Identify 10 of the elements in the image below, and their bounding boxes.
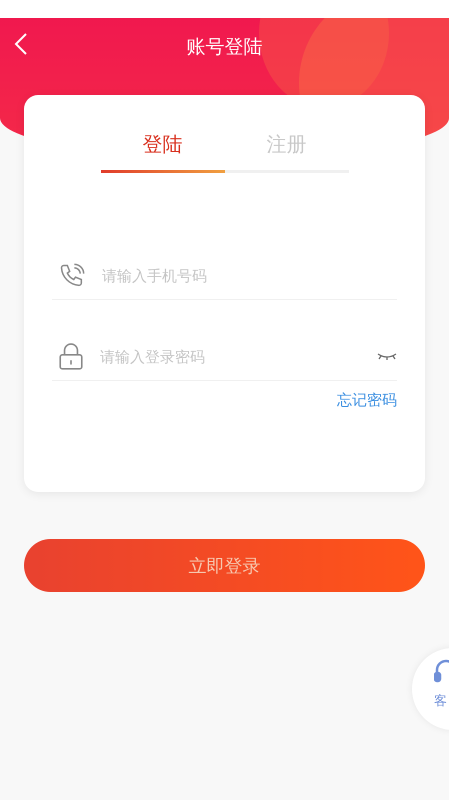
lock-icon bbox=[58, 343, 84, 371]
forgot-password-link[interactable]: 忘记密码 bbox=[52, 391, 397, 410]
closed-eye-icon[interactable] bbox=[377, 352, 397, 362]
phone-field[interactable]: 请输入手机号码 bbox=[100, 266, 397, 286]
page-title: 账号登陆 bbox=[186, 35, 262, 60]
tab[interactable]: 登陆 bbox=[100, 125, 224, 173]
customer-service-button[interactable]: 客 bbox=[412, 648, 449, 730]
back-icon bbox=[14, 32, 28, 56]
password-field[interactable]: 请输入登录密码 bbox=[98, 347, 363, 367]
login-button[interactable]: 立即登录 bbox=[24, 539, 425, 592]
